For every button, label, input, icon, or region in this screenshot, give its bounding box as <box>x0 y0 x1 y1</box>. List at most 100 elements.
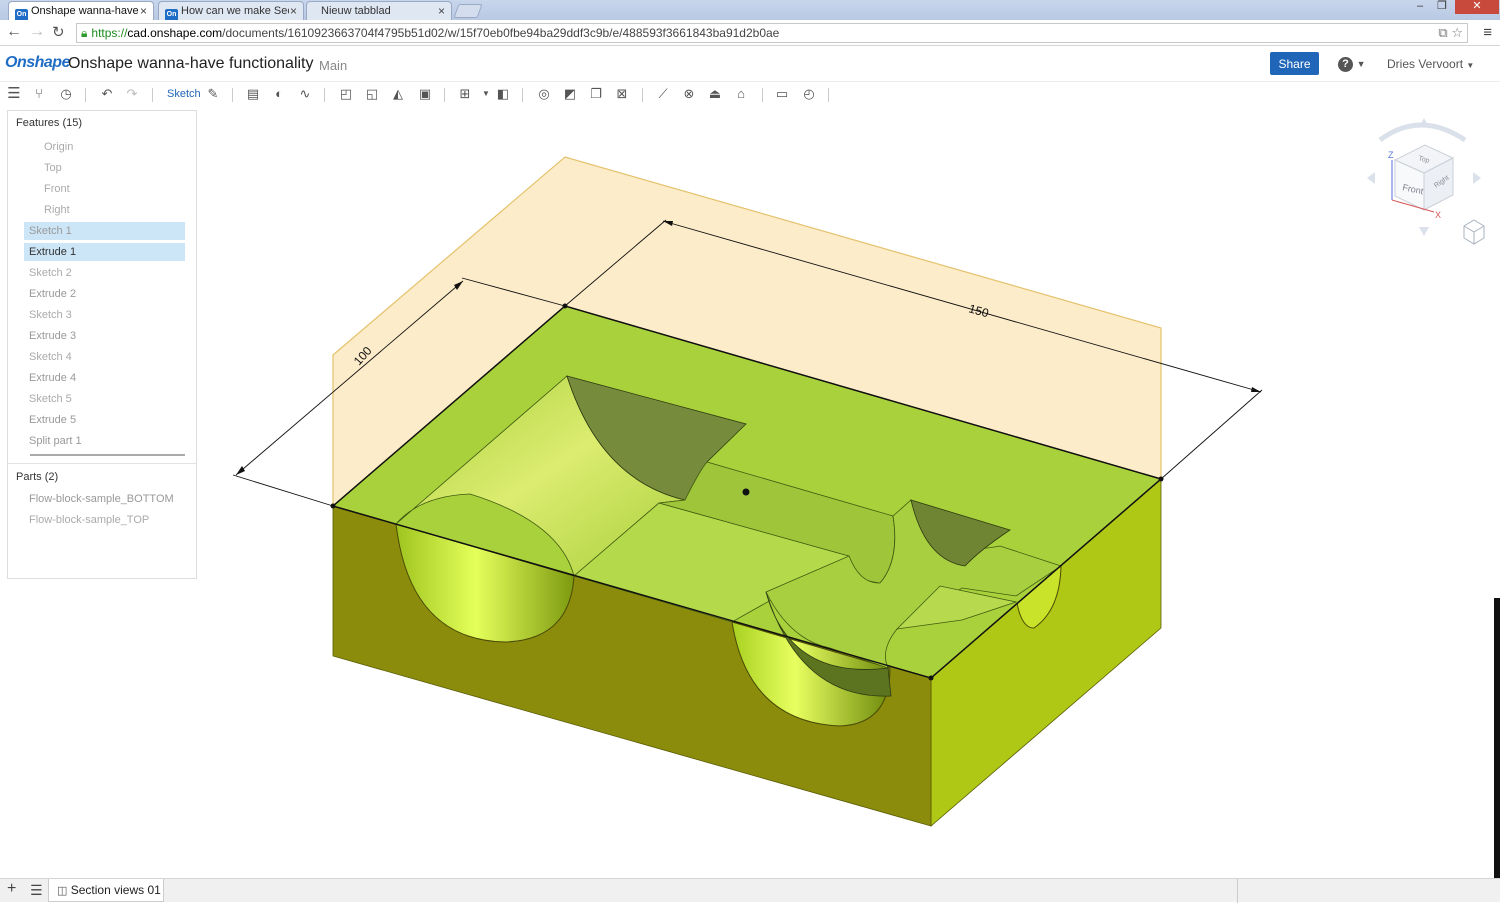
close-icon[interactable]: × <box>140 4 147 18</box>
feature-item-sketch-5[interactable]: Sketch 5 <box>24 390 185 408</box>
helix-icon[interactable]: ⊗ <box>680 85 698 103</box>
translate-icon[interactable]: ⧉ <box>1438 25 1447 40</box>
tab-label: Section views 01 <box>70 883 161 897</box>
redo-icon[interactable]: ↷ <box>123 85 141 103</box>
help-menu[interactable]: ? ▼ <box>1338 55 1366 72</box>
part-item-top[interactable]: Flow-block-sample_TOP <box>29 514 149 526</box>
feature-item-split-part-1[interactable]: Split part 1 <box>24 432 185 450</box>
part-studio-icon: ◫ <box>57 885 68 897</box>
rotate-down-arrow-icon[interactable] <box>1419 227 1429 236</box>
part-item-bottom[interactable]: Flow-block-sample_BOTTOM <box>29 493 174 505</box>
mate-connector-icon[interactable]: ⏏ <box>706 85 724 103</box>
feature-item-origin[interactable]: Origin <box>24 138 185 156</box>
toolbar-divider <box>522 88 523 102</box>
variable-icon[interactable]: ⌂ <box>732 85 750 103</box>
feature-item-extrude-2[interactable]: Extrude 2 <box>24 285 185 303</box>
add-tab-icon[interactable]: + <box>7 880 16 898</box>
browser-tab-title: How can we make Section <box>181 5 289 17</box>
feature-item-right-plane[interactable]: Right <box>24 201 185 219</box>
feature-item-front-plane[interactable]: Front <box>24 180 185 198</box>
feature-item-extrude-1[interactable]: Extrude 1 <box>24 243 185 261</box>
delete-part-icon[interactable]: ⊠ <box>613 85 631 103</box>
draft-icon[interactable]: ◭ <box>389 85 407 103</box>
boolean-icon[interactable]: ◎ <box>535 85 553 103</box>
version-graph-icon[interactable]: ⑂ <box>30 85 48 103</box>
browser-menu-icon[interactable]: ≡ <box>1483 24 1492 41</box>
transform-icon[interactable]: ❐ <box>587 85 605 103</box>
feature-item-sketch-2[interactable]: Sketch 2 <box>24 264 185 282</box>
undo-icon[interactable]: ↶ <box>98 85 116 103</box>
revolve-icon[interactable]: ◐ <box>270 85 288 103</box>
toolbar-divider <box>85 88 86 102</box>
view-options-icon[interactable] <box>1463 219 1485 245</box>
onshape-favicon-icon: On <box>15 9 28 20</box>
bookmark-star-icon[interactable]: ☆ <box>1451 25 1463 40</box>
user-name: Dries Vervoort <box>1387 57 1464 71</box>
pattern-icon[interactable]: ⊞ <box>456 85 474 103</box>
fillet-icon[interactable]: ◰ <box>337 85 355 103</box>
forward-arrow-icon[interactable]: → <box>29 23 45 41</box>
feature-list-panel: Features (15) Origin Top Front Right Ske… <box>7 110 197 579</box>
sketch-button[interactable]: Sketch <box>167 88 201 100</box>
feature-item-extrude-5[interactable]: Extrude 5 <box>24 411 185 429</box>
rotate-left-arrow-icon[interactable] <box>1367 172 1375 184</box>
feature-item-top-plane[interactable]: Top <box>24 159 185 177</box>
browser-tab[interactable]: OnOnshape wanna-have fun × <box>8 1 154 20</box>
hamburger-menu-icon[interactable]: ☰ <box>5 85 23 103</box>
sweep-icon[interactable]: ∿ <box>296 85 314 103</box>
tab-part-studio[interactable]: ◫ Section views 01 <box>48 879 164 902</box>
back-arrow-icon[interactable]: ← <box>6 23 22 41</box>
feature-item-sketch-4[interactable]: Sketch 4 <box>24 348 185 366</box>
window-close-icon[interactable]: ✕ <box>1455 0 1499 14</box>
plane-icon[interactable]: ⟋ <box>654 85 672 103</box>
feature-item-extrude-3[interactable]: Extrude 3 <box>24 327 185 345</box>
rotate-right-arrow-icon[interactable] <box>1473 172 1481 184</box>
section-view-icon[interactable]: ▭ <box>773 85 791 103</box>
toolbar-divider <box>762 88 763 102</box>
scrollbar[interactable] <box>1494 598 1500 878</box>
user-menu[interactable]: Dries Vervoort ▼ <box>1387 57 1474 71</box>
share-button[interactable]: Share <box>1270 52 1319 75</box>
history-icon[interactable]: ◷ <box>57 85 75 103</box>
features-header[interactable]: Features (15) <box>16 117 82 129</box>
close-icon[interactable]: × <box>290 4 297 18</box>
view-cube[interactable]: Top Front Right Z X <box>1367 118 1481 236</box>
toolbar-divider <box>642 88 643 102</box>
mirror-icon[interactable]: ◧ <box>494 85 512 103</box>
tab-list-icon[interactable]: ☰ <box>30 882 43 899</box>
chamfer-icon[interactable]: ◱ <box>363 85 381 103</box>
workspace-name[interactable]: Main <box>319 58 347 73</box>
restore-icon[interactable]: ❐ <box>1432 0 1452 14</box>
feature-item-extrude-4[interactable]: Extrude 4 <box>24 369 185 387</box>
close-icon[interactable]: × <box>438 4 445 18</box>
toolbar-divider <box>444 88 445 102</box>
extrude-icon[interactable]: ▤ <box>244 85 262 103</box>
browser-tab[interactable]: OnHow can we make Section × <box>158 1 304 20</box>
feature-item-sketch-3[interactable]: Sketch 3 <box>24 306 185 324</box>
help-icon: ? <box>1338 57 1353 72</box>
parts-header[interactable]: Parts (2) <box>16 471 58 483</box>
chevron-down-icon[interactable]: ▼ <box>477 85 495 103</box>
rollback-bar[interactable] <box>30 454 185 456</box>
minimize-icon[interactable]: – <box>1410 0 1430 14</box>
new-tab-button[interactable] <box>453 4 483 18</box>
document-title[interactable]: Onshape wanna-have functionality <box>68 55 314 73</box>
bottom-bar-divider <box>1237 879 1238 903</box>
graphics-viewport[interactable]: 100 150 Top Front Right Z X <box>200 106 1500 878</box>
feature-toolbar: ☰ ⑂ ◷ ↶ ↷ Sketch ✎ ▤ ◐ ∿ ◰ ◱ ◭ ▣ ⊞ ▼ ◧ ◎… <box>0 82 1500 106</box>
sketch-pencil-icon[interactable]: ✎ <box>204 85 222 103</box>
toolbar-divider <box>232 88 233 102</box>
toolbar-divider <box>828 88 829 102</box>
reload-icon[interactable]: ↻ <box>52 23 65 41</box>
app-header: Onshape Onshape wanna-have functionality… <box>0 47 1500 82</box>
browser-tab-title: Nieuw tabblad <box>321 5 391 17</box>
feature-item-sketch-1[interactable]: Sketch 1 <box>24 222 185 240</box>
browser-tab[interactable]: Nieuw tabblad × <box>306 1 452 20</box>
shell-icon[interactable]: ▣ <box>416 85 434 103</box>
measure-icon[interactable]: ◴ <box>800 85 818 103</box>
url-field[interactable]: 🔒︎ https://cad.onshape.com/documents/1610… <box>76 23 1468 43</box>
onshape-logo[interactable]: Onshape <box>5 54 70 72</box>
split-icon[interactable]: ◩ <box>561 85 579 103</box>
model-render[interactable]: 100 150 Top Front Right Z X <box>200 106 1500 878</box>
bottom-tab-bar: + ☰ ◫ Section views 01 <box>0 878 1500 903</box>
